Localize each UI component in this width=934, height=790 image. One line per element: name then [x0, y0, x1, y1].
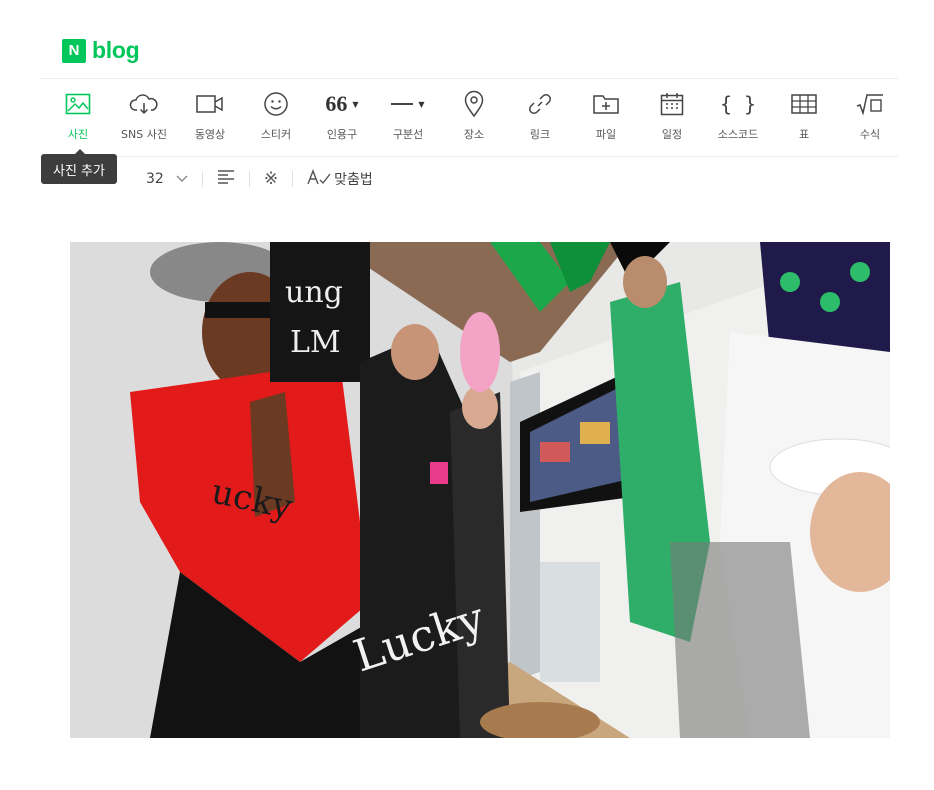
tool-source-code-label: 소스코드	[717, 128, 759, 141]
tool-sns-photo-label: SNS 사진	[121, 128, 167, 141]
toolbar-top-divider	[40, 78, 898, 79]
spellcheck-button[interactable]: 맞춤법	[307, 168, 373, 190]
tool-file[interactable]: 파일	[573, 88, 639, 150]
link-icon	[526, 88, 554, 120]
table-icon	[790, 88, 818, 120]
inserted-photo[interactable]: ucky ung LM Lucky	[70, 242, 890, 738]
spellcheck-label: 맞춤법	[334, 172, 373, 188]
tool-formula-label: 수식	[859, 128, 881, 141]
tool-schedule[interactable]: 일정	[639, 88, 705, 150]
code-braces-icon: { }	[719, 92, 757, 116]
svg-text:LM: LM	[290, 325, 341, 360]
tool-photo-label: 사진	[67, 128, 89, 141]
map-pin-icon	[463, 88, 485, 120]
logo-n-mark: N	[62, 38, 86, 63]
tool-table[interactable]: 표	[771, 88, 837, 150]
video-camera-icon	[195, 88, 225, 120]
naver-blog-logo[interactable]: N blog	[62, 37, 140, 64]
svg-text:ung: ung	[285, 275, 343, 310]
divider-dropdown-caret-icon[interactable]: ▼	[418, 100, 424, 109]
tool-place[interactable]: 장소	[441, 88, 507, 150]
special-char-icon: ※	[263, 169, 279, 189]
logo-blog-text: blog	[92, 37, 140, 63]
formula-icon	[855, 88, 885, 120]
tool-link[interactable]: 링크	[507, 88, 573, 150]
tool-divider-label: 구분선	[392, 128, 424, 141]
horizontal-line-icon	[391, 103, 414, 105]
smiley-icon	[263, 88, 289, 120]
photo-street-art-corridor: ucky ung LM Lucky	[70, 242, 890, 738]
tool-quote-label: 인용구	[326, 128, 358, 141]
tool-link-label: 링크	[529, 128, 551, 141]
font-size-value: 32	[146, 171, 164, 187]
format-separator	[201, 171, 203, 187]
tool-place-label: 장소	[463, 128, 485, 141]
quote-dropdown-caret-icon[interactable]: ▼	[352, 100, 358, 109]
align-left-icon	[217, 169, 235, 189]
tool-table-label: 표	[798, 128, 810, 141]
chevron-down-icon	[176, 171, 188, 187]
tool-sns-photo[interactable]: SNS 사진	[111, 88, 177, 150]
format-separator	[248, 171, 250, 187]
tool-file-label: 파일	[595, 128, 617, 141]
tool-schedule-label: 일정	[661, 128, 683, 141]
tool-source-code[interactable]: { } 소스코드	[705, 88, 771, 150]
cloud-download-icon	[129, 88, 159, 120]
format-separator	[292, 171, 294, 187]
quote-icon: 66	[325, 91, 348, 116]
folder-plus-icon	[592, 88, 620, 120]
tool-formula[interactable]: 수식	[837, 88, 903, 150]
insert-toolbar: 사진 SNS 사진 동영상 스티커 66 ▼ 인용구 ▼ 구분선 장소 링크 파…	[45, 88, 903, 150]
tool-sticker[interactable]: 스티커	[243, 88, 309, 150]
spellcheck-icon	[307, 168, 331, 190]
calendar-icon	[659, 88, 685, 120]
align-left-button[interactable]	[217, 169, 235, 189]
tool-quote[interactable]: 66 ▼ 인용구	[309, 88, 375, 150]
special-char-button[interactable]: ※	[264, 169, 278, 189]
font-size-select[interactable]: 32	[146, 171, 188, 187]
image-icon	[65, 88, 91, 120]
tool-video-label: 동영상	[194, 128, 226, 141]
toolbar-bottom-divider	[40, 156, 898, 157]
tool-photo[interactable]: 사진	[45, 88, 111, 150]
photo-tooltip: 사진 추가	[41, 149, 117, 184]
tool-sticker-label: 스티커	[260, 128, 292, 141]
tool-video[interactable]: 동영상	[177, 88, 243, 150]
tool-divider[interactable]: ▼ 구분선	[375, 88, 441, 150]
